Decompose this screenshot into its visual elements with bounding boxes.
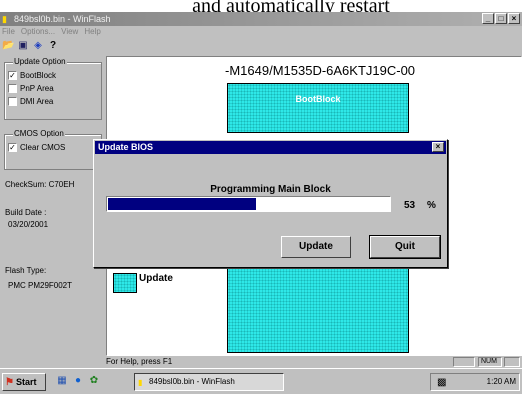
menu-bar: File Options... View Help [0, 26, 522, 38]
progress-percent-value: 53 [404, 200, 416, 211]
taskbar: ⚑ Start ▦ ● ✿ ▮ 849bsl0b.bin - WinFlash … [0, 368, 522, 394]
progress-fill [108, 198, 256, 210]
flash-chip-icon[interactable]: ◈ [32, 40, 44, 52]
update-legend-label: Update [139, 273, 173, 284]
winflash-task-icon: ▮ [138, 378, 143, 387]
menu-file[interactable]: File [2, 26, 15, 38]
windows-flag-icon: ⚑ [5, 377, 14, 388]
clear-cmos-option[interactable]: ✓ Clear CMOS [5, 141, 101, 154]
save-icon[interactable]: ▣ [17, 40, 29, 52]
app-icon: ▮ [2, 14, 7, 24]
bios-id: -M1649/M1535D-6A6KTJ19C-00 [225, 63, 416, 78]
system-tray: ▩ 1:20 AM [430, 373, 520, 391]
menu-view[interactable]: View [61, 26, 78, 38]
dialog-close-button[interactable]: × [432, 142, 444, 152]
minimize-button[interactable]: _ [482, 13, 494, 24]
update-option-label: Update Option [13, 57, 67, 66]
tray-icon[interactable]: ▩ [437, 375, 446, 391]
build-date-value: 03/20/2001 [8, 220, 49, 229]
num-indicator: NUM [478, 357, 502, 367]
dmi-area-option[interactable]: DMI Area [5, 95, 101, 108]
cmos-option-label: CMOS Option [13, 129, 65, 138]
clear-cmos-checkbox[interactable]: ✓ [8, 143, 17, 152]
dialog-title: Update BIOS [98, 142, 154, 152]
maximize-button[interactable]: □ [495, 13, 507, 24]
window-title: 849bsl0b.bin - WinFlash [14, 14, 111, 24]
flash-type-value: PMC PM29F002T [8, 281, 73, 290]
channels-icon[interactable]: ✿ [88, 375, 100, 387]
pnp-area-option[interactable]: PnP Area [5, 82, 101, 95]
dialog-titlebar[interactable]: Update BIOS × [95, 141, 446, 154]
status-help-text: For Help, press F1 [106, 357, 173, 366]
help-icon[interactable]: ? [47, 40, 59, 52]
main-block-region [227, 257, 409, 353]
window-titlebar[interactable]: ▮ 849bsl0b.bin - WinFlash _ □ × [0, 12, 522, 26]
update-legend-swatch [113, 273, 137, 293]
menu-help[interactable]: Help [84, 26, 100, 38]
update-bios-dialog: Update BIOS × Programming Main Block 53 … [93, 139, 448, 268]
flash-type-label: Flash Type: [5, 266, 47, 275]
boot-block-label: BootBlock [295, 94, 341, 104]
boot-block-region: BootBlock [227, 83, 409, 133]
desktop-shortcut-icon[interactable]: ▦ [56, 375, 68, 387]
progress-status: Programming Main Block [210, 184, 331, 195]
checksum-text: CheckSum: C70EH [5, 180, 75, 189]
bootblock-option[interactable]: ✓ BootBlock [5, 69, 101, 82]
update-button[interactable]: Update [281, 236, 351, 258]
update-option-group: Update Option ✓ BootBlock PnP Area DMI A… [4, 57, 102, 120]
build-date-label: Build Date : [5, 208, 47, 217]
clock: 1:20 AM [486, 377, 516, 386]
progress-percent-sign: % [427, 200, 436, 211]
left-panel: Update Option ✓ BootBlock PnP Area DMI A… [0, 56, 106, 356]
winflash-window: ▮ 849bsl0b.bin - WinFlash _ □ × File Opt… [0, 12, 522, 368]
status-panel-blank [453, 357, 475, 367]
open-folder-icon[interactable]: 📂 [2, 40, 14, 52]
browser-icon[interactable]: ● [72, 375, 84, 387]
bootblock-checkbox[interactable]: ✓ [8, 71, 17, 80]
status-bar: For Help, press F1 NUM [0, 356, 522, 368]
menu-options[interactable]: Options... [21, 26, 55, 38]
winflash-task-button[interactable]: ▮ 849bsl0b.bin - WinFlash [134, 373, 284, 391]
dmi-area-checkbox[interactable] [8, 97, 17, 106]
close-button[interactable]: × [508, 13, 520, 24]
pnp-area-checkbox[interactable] [8, 84, 17, 93]
progress-bar [106, 196, 391, 212]
start-button[interactable]: ⚑ Start [2, 373, 46, 391]
status-panel-end [504, 357, 520, 367]
window-controls: _ □ × [482, 13, 520, 24]
quit-button[interactable]: Quit [369, 235, 441, 259]
cmos-option-group: CMOS Option ✓ Clear CMOS [4, 129, 102, 170]
toolbar: 📂 ▣ ◈ ? [0, 38, 522, 54]
